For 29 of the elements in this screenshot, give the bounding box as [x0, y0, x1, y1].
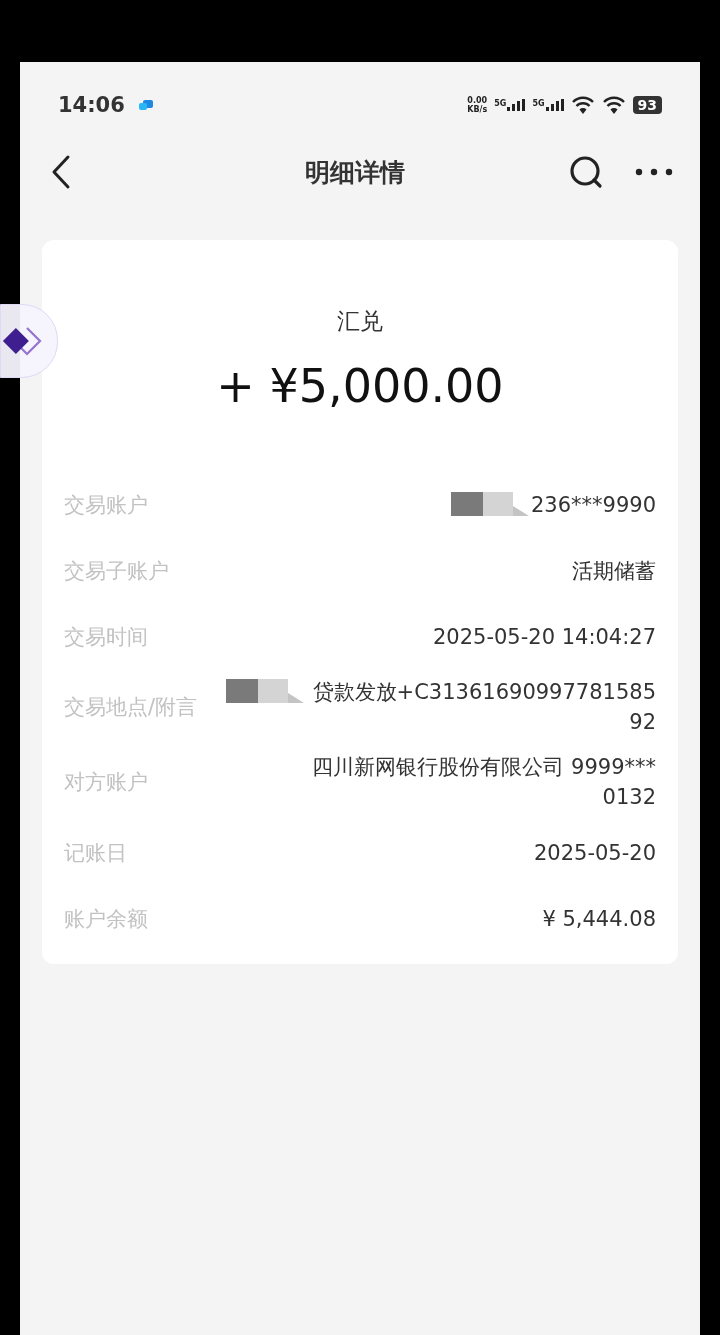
wifi-icon — [570, 95, 595, 115]
field-label: 交易地点/附言 — [64, 694, 198, 721]
notification-icon — [137, 99, 154, 111]
wifi-icon — [601, 95, 626, 115]
network-speed: 0.00 KB/s — [467, 96, 488, 114]
field-label: 账户余额 — [64, 905, 148, 933]
field-value: 活期储蓄 — [572, 557, 656, 585]
field-label: 交易子账户 — [64, 557, 169, 585]
field-label: 对方账户 — [64, 769, 148, 796]
field-label: 交易时间 — [64, 623, 148, 651]
signal-indicator: 5G — [532, 99, 564, 111]
field-value: 四川新网银行股份有限公司 9999***0132 — [311, 754, 656, 811]
page-title: 明细详情 — [304, 156, 406, 189]
back-button[interactable] — [50, 154, 72, 190]
field-value: 2025-05-20 14:04:27 — [432, 623, 656, 651]
field-label: 记账日 — [64, 839, 127, 867]
more-button[interactable] — [634, 167, 674, 177]
search-button[interactable] — [568, 154, 604, 190]
status-time: 14:06 — [58, 93, 125, 117]
transaction-type: 汇兑 — [336, 307, 384, 336]
field-value: 236***9990 — [530, 491, 656, 519]
signal-indicator: 5G — [494, 99, 526, 111]
field-value: 贷款发放+C3136169099778158592 — [311, 679, 656, 736]
field-value: ¥ 5,444.08 — [542, 905, 656, 933]
field-value: 2025-05-20 — [533, 839, 656, 867]
assistant-bubble[interactable] — [0, 304, 58, 378]
field-label: 交易账户 — [64, 491, 148, 519]
transaction-amount: + ¥5,000.00 — [215, 359, 505, 413]
battery-indicator: 93 — [632, 96, 662, 114]
